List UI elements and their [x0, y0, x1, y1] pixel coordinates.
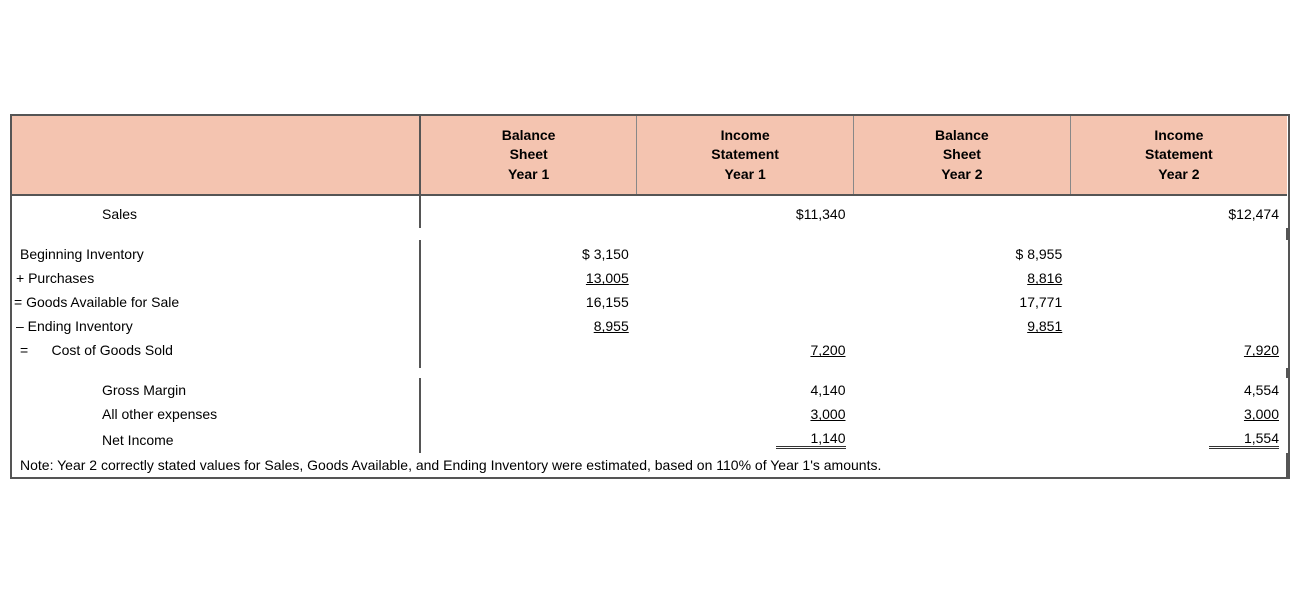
gross-margin-bs1: [420, 378, 637, 402]
sales-is1: $11,340: [637, 195, 854, 228]
purchases-is1: [637, 266, 854, 290]
ending-inventory-bs2: 9,851: [854, 314, 1071, 338]
goods-available-row: = Goods Available for Sale 16,155 17,771: [12, 290, 1287, 314]
cogs-bs2: [854, 338, 1071, 368]
net-income-is1: 1,140: [637, 426, 854, 453]
sales-is2: $12,474: [1070, 195, 1287, 228]
other-expenses-bs1: [420, 402, 637, 426]
ending-inventory-label: – Ending Inventory: [12, 314, 420, 338]
net-income-is2: 1,554: [1070, 426, 1287, 453]
cogs-is2: 7,920: [1070, 338, 1287, 368]
other-expenses-is1: 3,000: [637, 402, 854, 426]
header-is2: IncomeStatementYear 2: [1070, 116, 1287, 196]
note-row: Note: Year 2 correctly stated values for…: [12, 453, 1287, 477]
beginning-inventory-is2: [1070, 240, 1287, 266]
spacer-1: [12, 228, 1287, 240]
header-bs1: BalanceSheetYear 1: [420, 116, 637, 196]
net-income-bs2: [854, 426, 1071, 453]
net-income-row: Net Income 1,140 1,554: [12, 426, 1287, 453]
sales-row: Sales $11,340 $12,474: [12, 195, 1287, 228]
header-description: [12, 116, 420, 196]
cogs-row: = Cost of Goods Sold 7,200 7,920: [12, 338, 1287, 368]
purchases-is2: [1070, 266, 1287, 290]
other-expenses-row: All other expenses 3,000 3,000: [12, 402, 1287, 426]
spacer-2: [12, 368, 1287, 378]
purchases-row: + Purchases 13,005 8,816: [12, 266, 1287, 290]
net-income-bs1: [420, 426, 637, 453]
beginning-inventory-bs2: $ 8,955: [854, 240, 1071, 266]
gross-margin-is2: 4,554: [1070, 378, 1287, 402]
cogs-label: = Cost of Goods Sold: [12, 338, 420, 368]
ending-inventory-is1: [637, 314, 854, 338]
ending-inventory-row: – Ending Inventory 8,955 9,851: [12, 314, 1287, 338]
other-expenses-bs2: [854, 402, 1071, 426]
cogs-is1: 7,200: [637, 338, 854, 368]
other-expenses-label: All other expenses: [12, 402, 420, 426]
beginning-inventory-is1: [637, 240, 854, 266]
cogs-bs1: [420, 338, 637, 368]
sales-label: Sales: [12, 195, 420, 228]
goods-available-bs2: 17,771: [854, 290, 1071, 314]
header-is1: IncomeStatementYear 1: [637, 116, 854, 196]
financial-table: BalanceSheetYear 1 IncomeStatementYear 1…: [10, 114, 1290, 480]
ending-inventory-is2: [1070, 314, 1287, 338]
gross-margin-row: Gross Margin 4,140 4,554: [12, 378, 1287, 402]
header-bs2: BalanceSheetYear 2: [854, 116, 1071, 196]
sales-bs2: [854, 195, 1071, 228]
goods-available-label: = Goods Available for Sale: [12, 290, 420, 314]
beginning-inventory-label: Beginning Inventory: [12, 240, 420, 266]
goods-available-bs1: 16,155: [420, 290, 637, 314]
gross-margin-is1: 4,140: [637, 378, 854, 402]
gross-margin-bs2: [854, 378, 1071, 402]
purchases-bs1: 13,005: [420, 266, 637, 290]
purchases-bs2: 8,816: [854, 266, 1071, 290]
gross-margin-label: Gross Margin: [12, 378, 420, 402]
net-income-label: Net Income: [12, 426, 420, 453]
sales-bs1: [420, 195, 637, 228]
ending-inventory-bs1: 8,955: [420, 314, 637, 338]
goods-available-is1: [637, 290, 854, 314]
goods-available-is2: [1070, 290, 1287, 314]
purchases-label: + Purchases: [12, 266, 420, 290]
note-text: Note: Year 2 correctly stated values for…: [12, 453, 1287, 477]
beginning-inventory-bs1: $ 3,150: [420, 240, 637, 266]
beginning-inventory-row: Beginning Inventory $ 3,150 $ 8,955: [12, 240, 1287, 266]
other-expenses-is2: 3,000: [1070, 402, 1287, 426]
